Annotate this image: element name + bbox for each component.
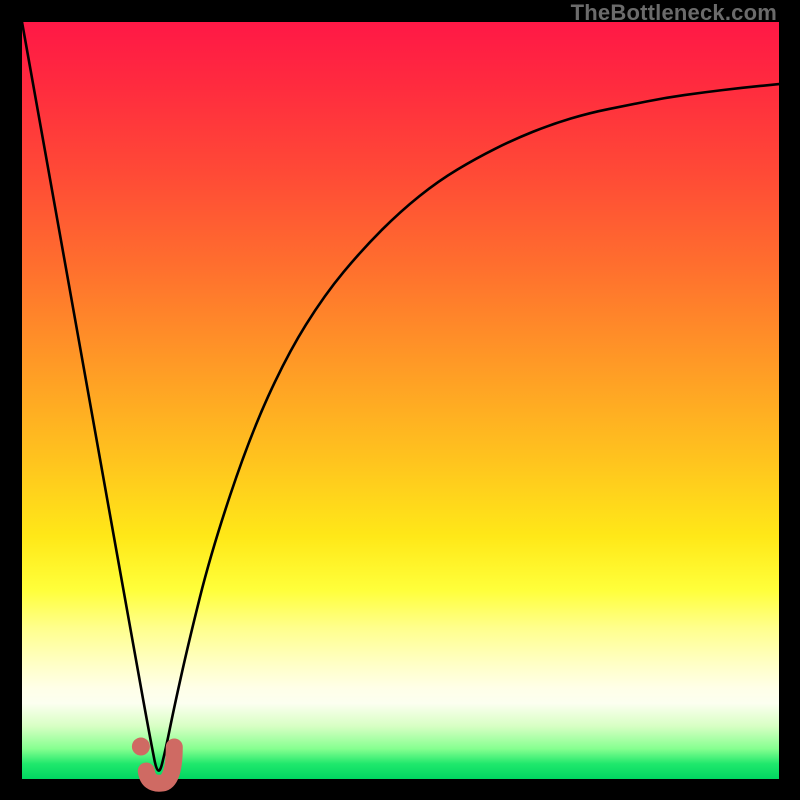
j-marker-icon [146,747,174,783]
plot-svg [22,22,779,779]
bottleneck-curve [22,22,779,771]
marker-dot-icon [132,738,150,756]
watermark-text: TheBottleneck.com [571,0,777,26]
chart-frame: TheBottleneck.com [0,0,800,800]
